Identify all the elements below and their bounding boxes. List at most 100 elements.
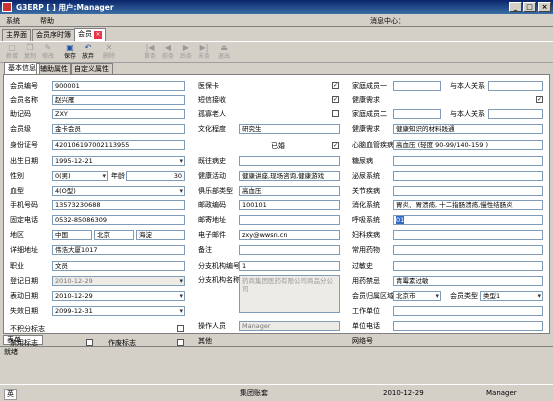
email-field[interactable]: zxy@wwsn.cn [239,230,340,240]
occupation-field[interactable]: 文员 [52,261,185,271]
sub-tabs: 基本信息 辅助属性 自定义属性 [0,62,553,74]
family-one-field[interactable] [393,81,441,91]
joint-field[interactable] [393,186,543,196]
elderly-checkbox[interactable] [332,110,339,117]
ime-indicator[interactable]: 英 [4,389,17,400]
mnemonic-field[interactable]: ZXY [52,109,185,119]
work-unit-field[interactable] [393,306,543,316]
member-name-field[interactable]: 赵兴雁 [52,95,185,105]
voided-checkbox[interactable] [177,339,184,346]
respiratory-field[interactable]: 01 [393,215,543,225]
delete-button[interactable]: ✕ 删除 [101,43,117,63]
tab-member-list[interactable]: 会员序时簿 [32,29,75,41]
cardio-field[interactable]: 高血压 (轻度 90-99/140-159 ) [393,140,543,150]
address-field[interactable]: 伟浩大厦1017 [52,245,185,255]
member-level-field[interactable]: 金卡会员 [52,124,185,134]
respiratory-label: 呼吸系统 [352,216,380,224]
birth-date-picker[interactable]: 1995-12-21 [52,156,185,166]
diabetes-label: 糖尿病 [352,157,373,165]
region-district-field[interactable]: 海淀 [136,230,185,240]
allergy-field[interactable] [393,261,543,271]
prev-button[interactable]: ◀ 前条 [160,43,176,63]
digestive-field[interactable]: 胃炎、胃溃疡, 十二指肠溃疡,慢性结肠炎 [393,200,543,210]
copy-button[interactable]: ❐ 复制 [22,43,38,63]
health-activity-field[interactable]: 健康讲座,现场咨询,健康游戏 [239,171,340,181]
club-type-field[interactable]: 高血压 [239,186,340,196]
voided-label: 作废标志 [108,339,136,347]
work-unit-label: 工作单位 [352,307,380,315]
mnemonic-label: 助记码 [10,110,31,118]
register-date-label: 登记日期 [10,277,38,285]
postal-code-field[interactable]: 100101 [239,200,340,210]
landline-field[interactable]: 0532-85086309 [52,215,185,225]
minimize-button[interactable]: _ [509,2,522,12]
no-points-checkbox[interactable] [177,325,184,332]
disabled-checkbox[interactable] [86,339,93,346]
undo-button[interactable]: ↶ 放弃 [80,43,96,63]
family-two-rel-label: 与本人关系 [450,110,485,118]
education-label: 文化程度 [198,125,226,133]
blood-type-select[interactable]: 4(O型) [52,186,185,196]
past-history-field[interactable] [239,156,340,166]
family-two-rel-field[interactable] [488,109,543,119]
gynecology-field[interactable] [393,230,543,240]
effective-date-picker[interactable]: 2010-12-29 [52,291,185,301]
diabetes-field[interactable] [393,156,543,166]
close-button[interactable]: × [538,2,551,12]
member-type-label: 会员类型 [450,292,478,300]
tab-main[interactable]: 主界面 [2,29,31,41]
family-one-rel-field[interactable] [488,81,543,91]
close-tab-icon[interactable]: × [94,31,102,39]
married-checkbox[interactable]: ✓ [332,142,339,149]
status-bar: 就绪 [0,346,553,382]
region-country-field[interactable]: 中国 [52,230,92,240]
branch-code-field[interactable]: 1 [239,261,340,271]
exit-button[interactable]: ⏏ 退出 [216,43,232,63]
delete-icon: ✕ [105,43,113,52]
menu-system[interactable]: 系统 [6,16,20,26]
message-center[interactable]: 消息中心： [370,16,405,26]
urology-field[interactable] [393,171,543,181]
id-number-field[interactable]: 420106197002113955 [52,140,185,150]
menu-help[interactable]: 帮助 [40,16,54,26]
new-button[interactable]: ▢ 新增 [4,43,20,63]
contraindication-field[interactable]: 青霉素过敏 [393,276,543,286]
member-no-label: 会员编号 [10,82,38,90]
tab-custom-attributes[interactable]: 自定义属性 [70,63,113,74]
member-no-field[interactable]: 900001 [52,81,185,91]
last-button[interactable]: ▶| 末条 [196,43,212,63]
mobile-field[interactable]: 13573230688 [52,200,185,210]
tab-basic-info[interactable]: 基本信息 [4,62,40,74]
sms-checkbox[interactable]: ✓ [332,96,339,103]
member-area-select[interactable]: 北京市 [393,291,441,301]
married-label: 已婚 [271,142,285,150]
tab-member[interactable]: 会员 × [74,28,106,41]
region-city-field[interactable]: 北京 [94,230,134,240]
save-button[interactable]: ▣ 保存 [62,43,78,63]
post-address-field[interactable] [239,215,340,225]
remark-field[interactable] [239,245,340,255]
tab-aux-attributes[interactable]: 辅助属性 [36,63,72,74]
age-field[interactable]: 30 [126,171,185,181]
unit-phone-field[interactable] [393,321,543,331]
medical-card-checkbox[interactable]: ✓ [332,82,339,89]
remark-label: 备注 [198,246,212,254]
education-field[interactable]: 研究生 [239,124,340,134]
next-button[interactable]: ▶ 后条 [178,43,194,63]
branch-name-field: 药商集团医药有限公司商品分公司 [239,275,340,313]
edit-button[interactable]: ✎ 修改 [40,43,56,63]
next-icon: ▶ [182,43,190,52]
health-need2-field[interactable]: 健康知识的材料践通 [393,124,543,134]
member-type-select[interactable]: 类型1 [480,291,543,301]
restore-button[interactable]: □ [523,2,536,12]
postal-code-label: 邮政编码 [198,201,226,209]
effective-date-label: 表动日期 [10,292,38,300]
first-button[interactable]: |◀ 首条 [142,43,158,63]
family-two-field[interactable] [393,109,441,119]
health-need1-checkbox[interactable]: ✓ [536,96,543,103]
contraindication-label: 用药禁忌 [352,277,380,285]
expire-date-picker[interactable]: 2099-12-31 [52,306,185,316]
other-label: 其他 [198,337,212,345]
gender-select[interactable]: 0(男) [52,171,108,181]
common-drugs-field[interactable] [393,245,543,255]
